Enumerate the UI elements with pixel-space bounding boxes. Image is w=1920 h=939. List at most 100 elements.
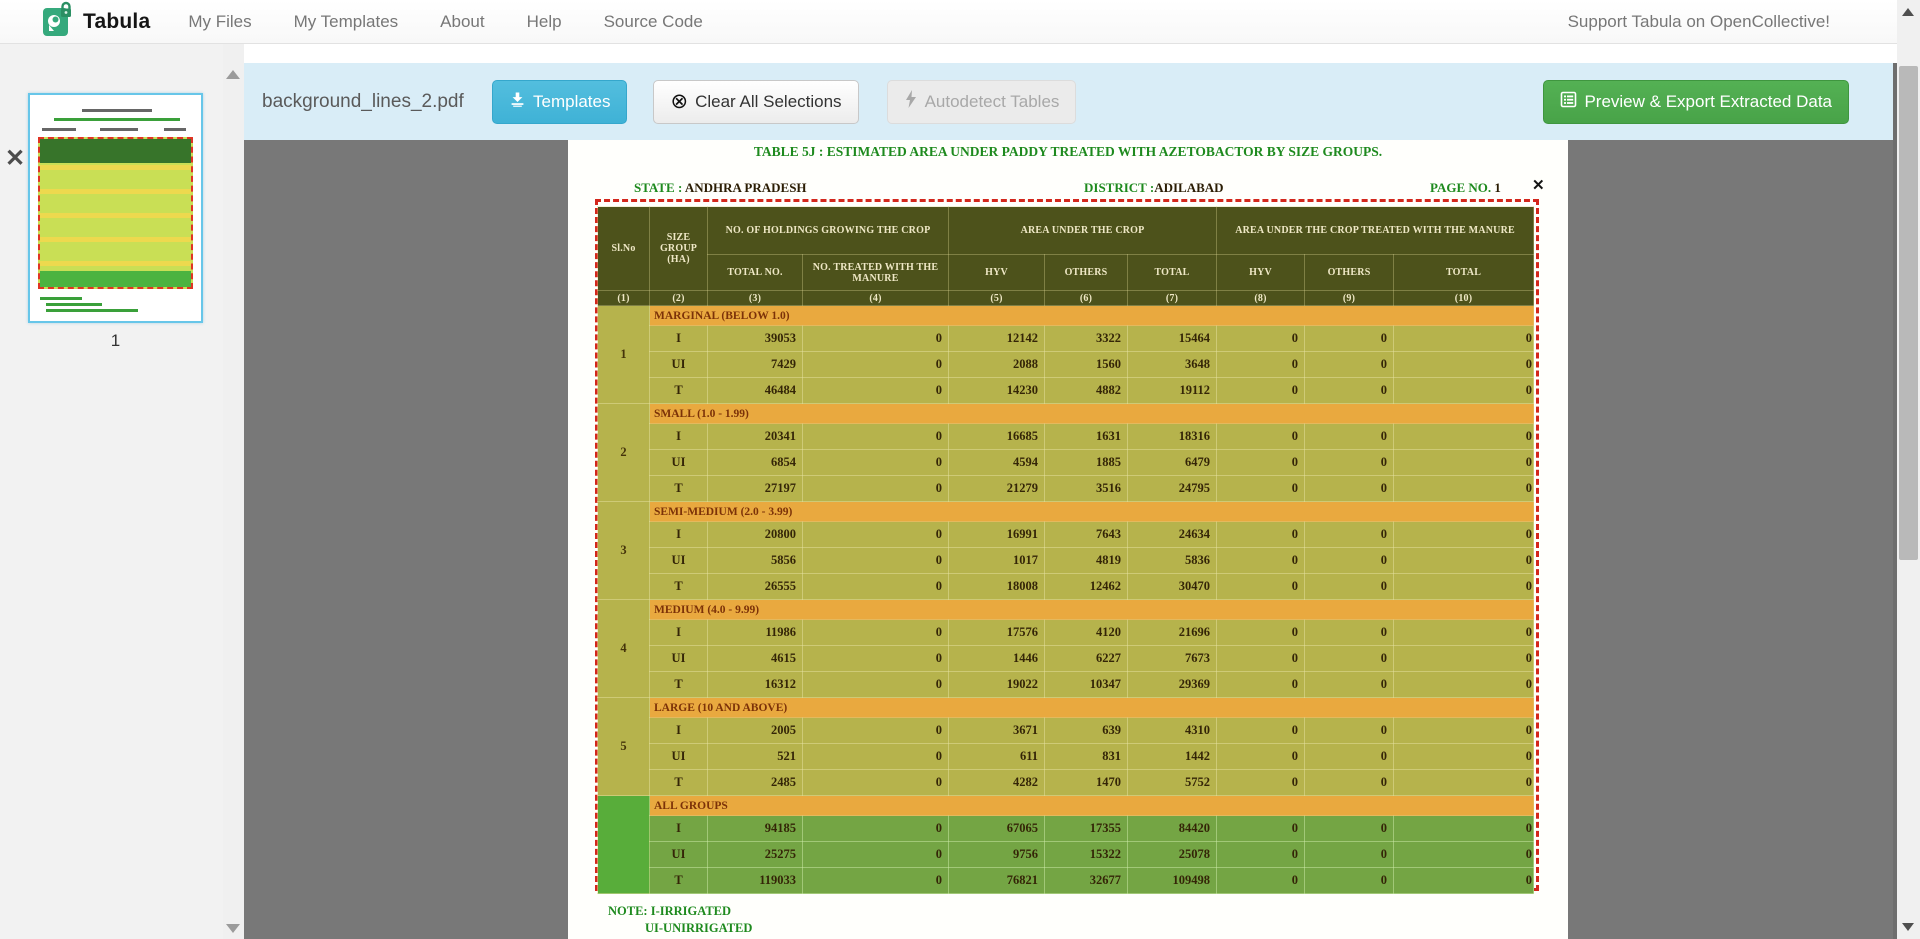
nav-item-source-code[interactable]: Source Code [604, 12, 703, 32]
irrigation-code-cell: I [650, 326, 708, 352]
value-cell: 0 [1394, 522, 1534, 548]
size-group-label: MEDIUM (4.0 - 9.99) [650, 600, 1534, 620]
templates-button[interactable]: Templates [492, 80, 627, 124]
section-label-row: 3SEMI-MEDIUM (2.0 - 3.99) [598, 502, 1534, 522]
value-cell: 0 [1394, 816, 1534, 842]
scrollbar-down-icon[interactable] [1902, 923, 1914, 931]
irrigation-code-cell: I [650, 718, 708, 744]
value-cell: 9756 [949, 842, 1045, 868]
value-cell: 0 [1305, 868, 1394, 894]
irrigation-code-cell: UI [650, 842, 708, 868]
col-num: (6) [1045, 291, 1128, 306]
value-cell: 5752 [1128, 770, 1217, 796]
brand-link[interactable]: Tabula [42, 1, 150, 42]
header-area-group: AREA UNDER THE CROP [949, 207, 1217, 255]
preview-export-button[interactable]: Preview & Export Extracted Data [1543, 80, 1849, 124]
nav-item-about[interactable]: About [440, 12, 484, 32]
value-cell: 18008 [949, 574, 1045, 600]
value-cell: 17576 [949, 620, 1045, 646]
value-cell: 0 [1394, 868, 1534, 894]
autodetect-button-label: Autodetect Tables [925, 92, 1060, 112]
sidebar-scroll-down-icon[interactable] [226, 924, 240, 933]
value-cell: 20800 [708, 522, 803, 548]
value-cell: 0 [1394, 450, 1534, 476]
scrollbar-thumb[interactable] [1899, 66, 1918, 560]
value-cell: 0 [803, 816, 949, 842]
size-group-label: SEMI-MEDIUM (2.0 - 3.99) [650, 502, 1534, 522]
value-cell: 0 [1394, 424, 1534, 450]
note-line: NOTE: I-IRRIGATED [608, 903, 752, 920]
value-cell: 46484 [708, 378, 803, 404]
irrigation-code-cell: T [650, 574, 708, 600]
value-cell: 14230 [949, 378, 1045, 404]
value-cell: 0 [1394, 770, 1534, 796]
value-cell: 0 [803, 620, 949, 646]
value-cell: 26555 [708, 574, 803, 600]
nav-item-my-files[interactable]: My Files [188, 12, 251, 32]
nav-item-my-templates[interactable]: My Templates [294, 12, 399, 32]
col-num: (10) [1394, 291, 1534, 306]
value-cell: 0 [1305, 574, 1394, 600]
clear-all-selections-button[interactable]: ⊗ Clear All Selections [653, 80, 858, 124]
templates-save-icon [509, 91, 526, 113]
table-row: UI52106118311442000 [598, 744, 1534, 770]
irrigation-code-cell: T [650, 770, 708, 796]
mini-stripe [40, 213, 191, 218]
value-cell: 831 [1045, 744, 1128, 770]
value-cell: 0 [803, 842, 949, 868]
sidebar-scroll-up-icon[interactable] [226, 70, 240, 79]
thumb-meta-line [42, 128, 76, 131]
autodetect-tables-button[interactable]: Autodetect Tables [887, 80, 1077, 124]
header-others: OTHERS [1045, 255, 1128, 291]
value-cell: 0 [803, 352, 949, 378]
value-cell: 611 [949, 744, 1045, 770]
value-cell: 0 [1217, 424, 1305, 450]
table-row: UI68540459418856479000 [598, 450, 1534, 476]
support-link[interactable]: Support Tabula on OpenCollective! [1568, 12, 1920, 32]
header-area-treated-group: AREA UNDER THE CROP TREATED WITH THE MAN… [1217, 207, 1534, 255]
irrigation-code-cell: T [650, 476, 708, 502]
value-cell: 0 [803, 450, 949, 476]
pdf-viewer-area: TABLE 5J : ESTIMATED AREA UNDER PADDY TR… [244, 140, 1893, 939]
value-cell: 0 [803, 378, 949, 404]
irrigation-code-cell: I [650, 620, 708, 646]
value-cell: 2088 [949, 352, 1045, 378]
table-row: T163120190221034729369000 [598, 672, 1534, 698]
page-thumbnail[interactable] [28, 93, 203, 323]
header-total-2: TOTAL [1394, 255, 1534, 291]
scrollbar-up-icon[interactable] [1902, 8, 1914, 16]
col-num: (1) [598, 291, 650, 306]
value-cell: 0 [1217, 868, 1305, 894]
value-cell: 4615 [708, 646, 803, 672]
value-cell: 0 [1305, 646, 1394, 672]
value-cell: 1017 [949, 548, 1045, 574]
value-cell: 5836 [1128, 548, 1217, 574]
remove-page-icon[interactable]: ✕ [5, 144, 25, 173]
header-size-group: SIZE GROUP (HA) [650, 207, 708, 291]
irrigation-code-cell: UI [650, 744, 708, 770]
value-cell: 0 [1394, 378, 1534, 404]
value-cell: 5856 [708, 548, 803, 574]
size-group-label: MARGINAL (BELOW 1.0) [650, 306, 1534, 326]
value-cell: 0 [803, 476, 949, 502]
table-row: UI46150144662277673000 [598, 646, 1534, 672]
value-cell: 0 [1217, 326, 1305, 352]
irrigation-code-cell: UI [650, 646, 708, 672]
value-cell: 0 [1217, 646, 1305, 672]
value-cell: 0 [1217, 770, 1305, 796]
selection-close-icon[interactable]: ✕ [1532, 176, 1545, 194]
value-cell: 109498 [1128, 868, 1217, 894]
value-cell: 4120 [1045, 620, 1128, 646]
value-cell: 0 [803, 770, 949, 796]
value-cell: 0 [1305, 620, 1394, 646]
value-cell: 0 [1217, 476, 1305, 502]
nav-item-help[interactable]: Help [527, 12, 562, 32]
thumb-note-line [40, 297, 82, 300]
table-row: T11903307682132677109498000 [598, 868, 1534, 894]
value-cell: 19112 [1128, 378, 1217, 404]
col-num: (5) [949, 291, 1045, 306]
irrigation-code-cell: UI [650, 548, 708, 574]
export-button-label: Preview & Export Extracted Data [1584, 92, 1832, 112]
value-cell: 0 [1305, 522, 1394, 548]
value-cell: 1885 [1045, 450, 1128, 476]
